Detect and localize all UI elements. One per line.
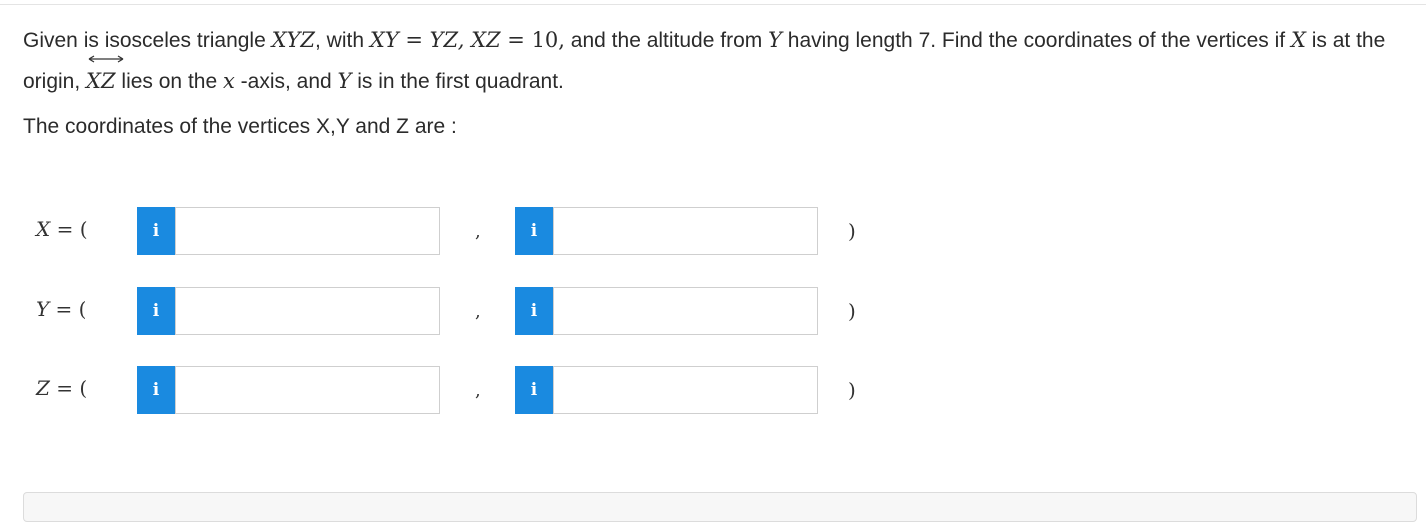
math-equality: XY = YZ, XZ =: [369, 28, 532, 52]
math-triangle: XYZ: [271, 28, 316, 52]
double-arrow-icon: [88, 55, 124, 63]
info-icon[interactable]: i: [515, 366, 553, 414]
question-part: and the altitude from: [564, 29, 769, 52]
question-part: -axis, and: [234, 70, 338, 93]
math-var: x: [222, 69, 235, 93]
vertex-label: Y = (: [36, 297, 87, 321]
question-part: having length 7. Find the coordinates of…: [781, 29, 1291, 52]
vertex-label: Z = (: [36, 376, 88, 400]
info-icon[interactable]: i: [515, 207, 553, 255]
comma-separator: ,: [475, 221, 481, 242]
question-part: Given is isosceles triangle: [23, 29, 272, 52]
bottom-panel: [23, 492, 1417, 522]
info-icon[interactable]: i: [137, 366, 175, 414]
vertex-label: X = (: [36, 217, 88, 241]
y-coordinate-input[interactable]: [553, 207, 818, 255]
close-paren: ): [848, 219, 856, 243]
line-xz: XZ: [86, 55, 124, 102]
close-paren: ): [848, 378, 856, 402]
comma-separator: ,: [475, 380, 481, 401]
y-coordinate-input[interactable]: [553, 366, 818, 414]
question-part: is in the first quadrant.: [351, 70, 564, 93]
x-coordinate-input[interactable]: [175, 207, 440, 255]
math-var: X: [1290, 28, 1306, 52]
x-coordinate-input[interactable]: [175, 287, 440, 335]
question-part: , with: [315, 29, 370, 52]
vertex-row-y: Y = ( i , i ): [0, 287, 900, 335]
info-icon[interactable]: i: [137, 207, 175, 255]
question-part: lies on the: [115, 70, 223, 93]
math-var: Y: [768, 28, 782, 52]
y-coordinate-input[interactable]: [553, 287, 818, 335]
info-icon[interactable]: i: [137, 287, 175, 335]
x-coordinate-input[interactable]: [175, 366, 440, 414]
vertex-row-x: X = ( i , i ): [0, 207, 900, 255]
top-divider: [0, 4, 1426, 5]
question-text: Given is isosceles triangle XYZ, with XY…: [23, 20, 1413, 102]
vertex-row-z: Z = ( i , i ): [0, 366, 900, 414]
math-var: Y: [337, 69, 352, 93]
math-line-label: XZ: [86, 69, 116, 93]
comma-separator: ,: [475, 301, 481, 322]
math-number: 10,: [531, 28, 565, 52]
close-paren: ): [848, 299, 856, 323]
info-icon[interactable]: i: [515, 287, 553, 335]
answer-prompt: The coordinates of the vertices X,Y and …: [23, 115, 457, 138]
